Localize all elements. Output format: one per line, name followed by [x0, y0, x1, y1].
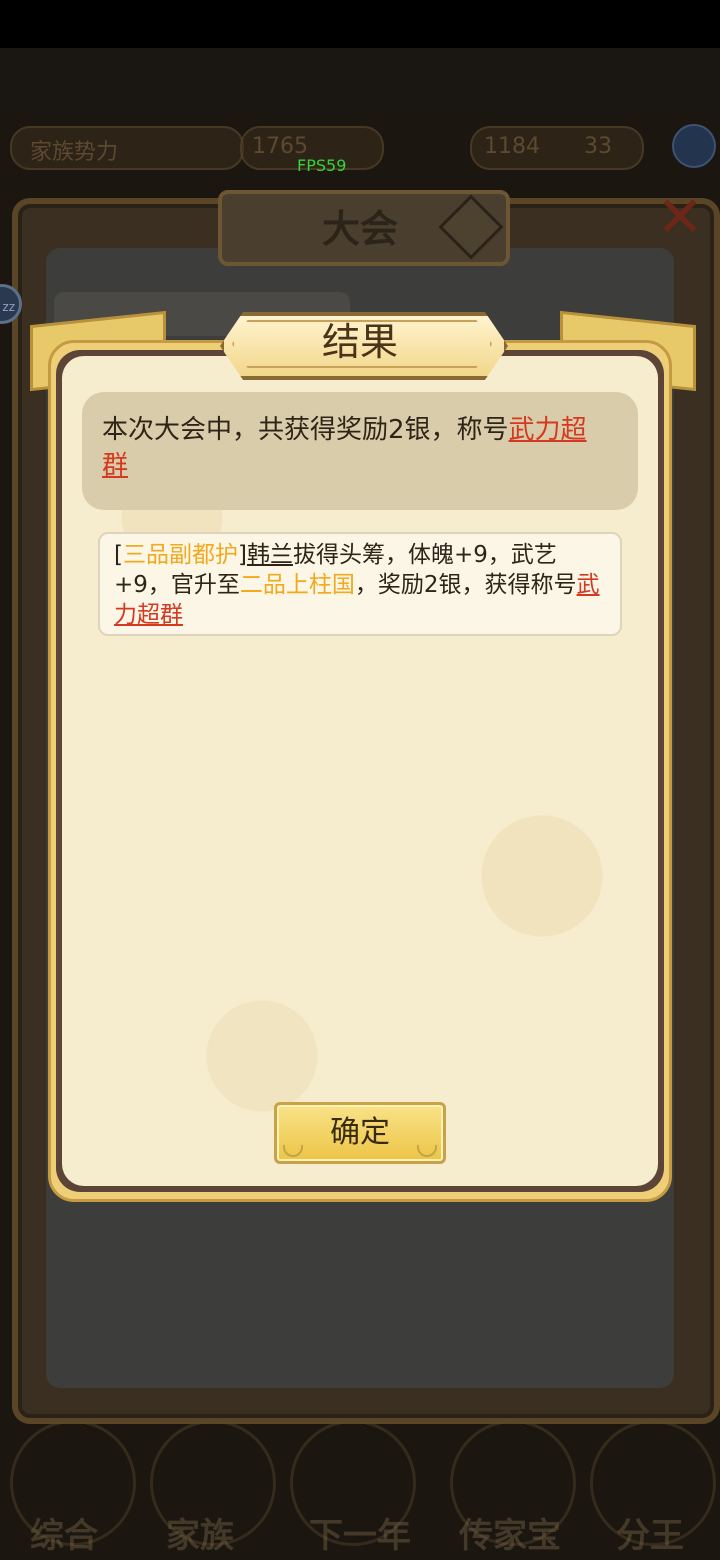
dialog-title: 结果: [321, 320, 398, 364]
button-ornament-left: [283, 1145, 303, 1157]
nav-label-next-year: 下一年: [309, 1516, 411, 1556]
family-power-stat: 家族势力: [10, 126, 244, 170]
nav-label-king: 分王: [616, 1516, 684, 1556]
log-name-link[interactable]: 韩兰: [247, 542, 293, 568]
nav-label-family: 家族: [166, 1516, 234, 1556]
help-icon[interactable]: [672, 124, 716, 168]
log-rank-link[interactable]: 三品副都护: [123, 542, 238, 568]
top-band: [0, 48, 720, 110]
log-text-2: ，奖励2银，获得称号: [354, 572, 577, 598]
nav-label-heirloom: 传家宝: [459, 1516, 561, 1556]
confirm-button[interactable]: 确定: [274, 1102, 446, 1164]
currency-value-2: 33: [584, 134, 612, 159]
summary-text: 本次大会中，共获得奖励2银，称号武力超群: [102, 412, 612, 484]
background-close-icon: ✕: [656, 185, 704, 250]
currency-stat: 1184 33: [470, 126, 644, 170]
button-ornament-right: [417, 1145, 437, 1157]
system-status-bar: [0, 0, 720, 48]
family-power-label: 家族势力: [30, 140, 119, 165]
currency-value: 1184: [484, 134, 540, 159]
summary-message: 本次大会中，共获得奖励2银，称号: [102, 415, 509, 445]
confirm-button-label: 确定: [330, 1115, 390, 1150]
log-bracket-open: [: [114, 542, 123, 568]
nav-label-general: 综合: [30, 1516, 98, 1556]
log-bracket-close: ]: [237, 542, 247, 568]
log-new-rank-link[interactable]: 二品上柱国: [240, 572, 355, 598]
fps-counter: FPS59: [297, 156, 347, 175]
result-log-entry: [三品副都护]韩兰拔得头筹，体魄+9，武艺+9，官升至二品上柱国，奖励2银，获得…: [114, 540, 608, 630]
